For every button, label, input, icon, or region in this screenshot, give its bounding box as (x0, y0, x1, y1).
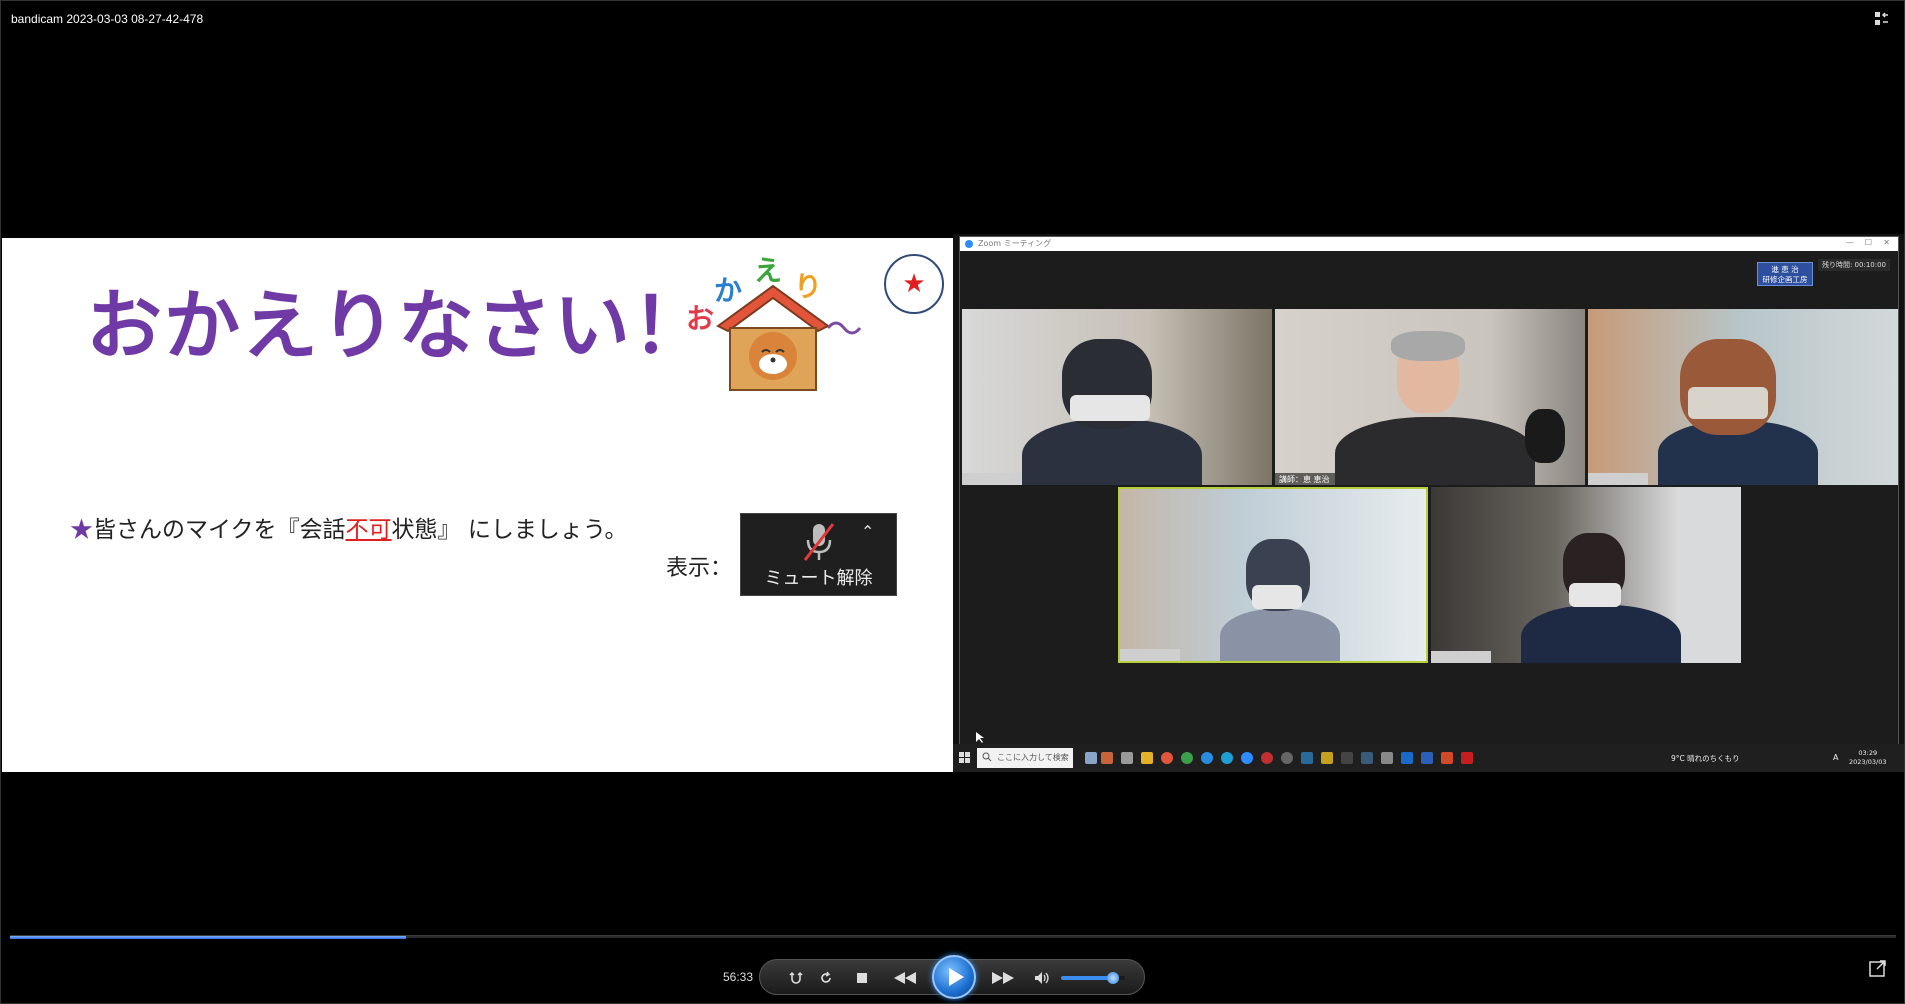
host-badge: 進 恵 治 研修企画工房 (1757, 262, 1813, 286)
taskbar-clock[interactable]: 03:29 2023/03/03 (1849, 749, 1886, 767)
camera-icon[interactable] (1381, 752, 1393, 764)
participant-name (1588, 473, 1648, 485)
taskbar-app-icon[interactable] (1101, 752, 1113, 764)
instruction-emphasis: 不可 (345, 517, 392, 543)
taskbar-app-icon[interactable] (1121, 752, 1133, 764)
participant-tile[interactable] (1588, 309, 1898, 485)
zoom-icon[interactable] (1241, 752, 1253, 764)
play-button[interactable] (932, 955, 976, 999)
search-placeholder: ここに入力して検索 (997, 753, 1069, 762)
participant-name (1431, 651, 1491, 663)
participant-tile[interactable] (1431, 487, 1741, 663)
powerpoint-icon[interactable] (1441, 752, 1453, 764)
pdf-icon[interactable] (1461, 752, 1473, 764)
stop-button[interactable] (852, 968, 872, 988)
zoom-logo-icon (965, 240, 973, 248)
participant-name (1120, 649, 1180, 661)
taskbar-app-icon[interactable] (1341, 752, 1353, 764)
fast-forward-button[interactable] (990, 968, 1016, 988)
star-badge: ★ (884, 254, 944, 314)
unmute-label: ミュート解除 (764, 568, 873, 589)
mouse-cursor-icon (976, 732, 984, 743)
window-title: bandicam 2023-03-03 08-27-42-478 (11, 12, 204, 26)
fullscreen-toggle-icon[interactable] (1874, 11, 1890, 27)
ab-repeat-button[interactable] (786, 968, 806, 988)
chevron-up-icon: ⌃ (861, 522, 875, 541)
popout-window-icon[interactable] (1869, 959, 1887, 977)
taskbar-search-box[interactable]: ここに入力して検索 (977, 748, 1073, 768)
svg-text:か: か (714, 274, 742, 307)
participant-tile-active-speaker[interactable] (1118, 487, 1428, 663)
minimize-icon[interactable]: — (1846, 238, 1854, 247)
taskbar-app-icon[interactable] (1281, 752, 1293, 764)
clock-time: 03:29 (1858, 749, 1878, 757)
ab-repeat-icon (789, 972, 803, 984)
instruction-star: ★ (70, 517, 93, 543)
svg-text:お: お (686, 302, 714, 335)
volume-handle[interactable] (1107, 972, 1120, 984)
presentation-slide: おかえりなさい！ お か え り ★ ★皆さんのマイクを『会話不可状態』 にしま… (2, 238, 953, 772)
edge-icon[interactable] (1221, 752, 1233, 764)
slide-title: おかえりなさい！ (86, 281, 710, 370)
zoom-titlebar: Zoom ミーティング — ☐ ✕ (960, 237, 1898, 251)
unmute-button-illustration: ⌃ ミュート解除 (740, 513, 897, 596)
fast-forward-icon (992, 972, 1014, 984)
elapsed-time: 56:33 (723, 970, 754, 984)
desktop-capture: Zoom ミーティング — ☐ ✕ 残り時間: 00:10:00 進 恵 治 研… (953, 234, 1904, 772)
outlook-icon[interactable] (1401, 752, 1413, 764)
taskbar-app-icon[interactable] (1361, 752, 1373, 764)
participant-tile[interactable] (962, 309, 1272, 485)
taskbar-app-icon[interactable] (1161, 752, 1173, 764)
repeat-icon (821, 971, 831, 983)
taskbar-app-icon[interactable] (1085, 752, 1097, 764)
weather-status[interactable]: 9°C 晴れのちくもり (1671, 753, 1740, 764)
zoom-meeting-window: Zoom ミーティング — ☐ ✕ 残り時間: 00:10:00 進 恵 治 研… (959, 236, 1899, 748)
mute-instruction: ★皆さんのマイクを『会話不可状態』 にしましょう。 (70, 510, 627, 544)
participant-name (962, 473, 1022, 485)
svg-text:り: り (794, 270, 822, 303)
skype-icon[interactable] (1201, 752, 1213, 764)
speaker-icon (1035, 972, 1049, 984)
folder-icon[interactable] (1141, 752, 1153, 764)
video-frame[interactable]: おかえりなさい！ お か え り ★ ★皆さんのマイクを『会話不可状態』 にしま… (2, 234, 1904, 773)
instruction-text-2: 状態』 にしましょう。 (391, 517, 628, 543)
search-icon (982, 752, 992, 762)
host-badge-name: 進 恵 治 (1771, 265, 1799, 274)
svg-text:え: え (754, 256, 782, 287)
volume-button[interactable] (1032, 968, 1052, 988)
volume-level (1061, 976, 1114, 980)
player-window: bandicam 2023-03-03 08-27-42-478 おかえりなさい… (0, 0, 1905, 1004)
play-icon (949, 968, 964, 986)
instruction-text-1: 皆さんのマイクを『会話 (93, 517, 346, 543)
participant-name: 講師：恵 恵治 (1275, 473, 1335, 485)
seek-bar[interactable] (10, 935, 1896, 939)
rewind-button[interactable] (892, 968, 918, 988)
taskbar-app-icon[interactable] (1301, 752, 1313, 764)
zoom-window-title: Zoom ミーティング (978, 239, 1052, 248)
participant-tile[interactable]: 講師：恵 恵治 (1275, 309, 1585, 485)
seek-bar-progress (10, 936, 407, 939)
playback-controls (759, 955, 1145, 999)
host-badge-org: 研修企画工房 (1762, 275, 1808, 284)
windows-start-icon[interactable] (959, 752, 971, 764)
meeting-timer: 残り時間: 00:10:00 (1817, 259, 1890, 271)
ime-indicator[interactable]: A (1833, 753, 1838, 762)
word-icon[interactable] (1421, 752, 1433, 764)
windows-taskbar: ここに入力して検索 9°C 晴れのちくもり A 03:29 2023/03/03 (953, 744, 1904, 772)
maximize-icon[interactable]: ☐ (1865, 238, 1872, 247)
stop-icon (857, 973, 867, 983)
clock-date: 2023/03/03 (1849, 758, 1887, 766)
volume-slider[interactable] (1061, 972, 1125, 984)
close-icon[interactable]: ✕ (1883, 238, 1890, 247)
repeat-button[interactable] (816, 968, 836, 988)
rewind-icon (894, 972, 916, 984)
okaeri-dog-house-logo: お か え り (686, 256, 862, 391)
muted-mic-icon (803, 523, 835, 561)
taskbar-app-icon[interactable] (1261, 752, 1273, 764)
chrome-icon[interactable] (1181, 752, 1193, 764)
taskbar-app-icon[interactable] (1321, 752, 1333, 764)
display-label: 表示： (666, 556, 733, 581)
